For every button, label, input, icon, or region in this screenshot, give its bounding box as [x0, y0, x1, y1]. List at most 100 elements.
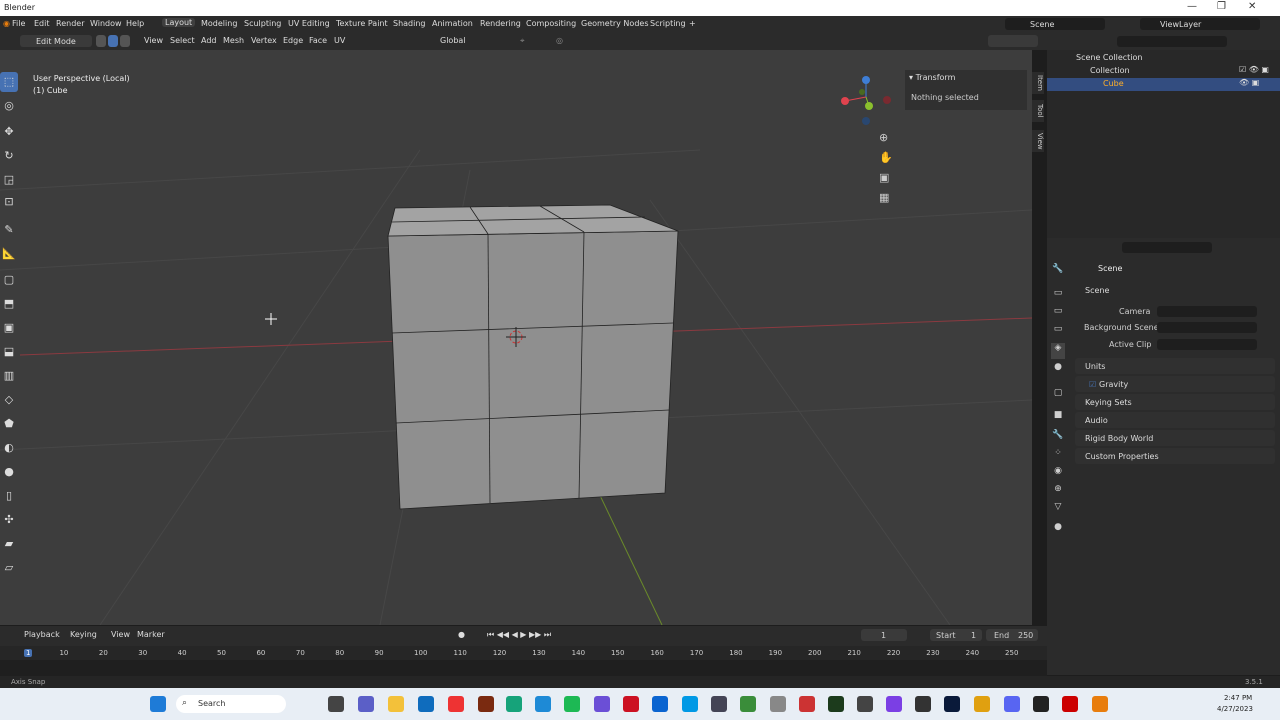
app-icon-6[interactable] — [711, 696, 727, 712]
app-icon-4[interactable] — [594, 696, 610, 712]
tab-compositing[interactable]: Compositing — [526, 19, 576, 28]
add-cube-tool-icon[interactable]: ▢ — [0, 270, 18, 290]
outliner-row-scene-collection[interactable]: Scene Collection — [1047, 52, 1280, 65]
tab-modeling[interactable]: Modeling — [201, 19, 237, 28]
3d-viewport[interactable]: ⊕ ✋ ▣ ▦ User Perspective (Local) (1) Cub… — [0, 50, 1032, 625]
panel-audio[interactable]: Audio — [1075, 412, 1275, 428]
edge-select-button[interactable] — [108, 35, 118, 47]
particles-props-icon[interactable]: ⁘ — [1051, 448, 1065, 464]
viewlayer-selector[interactable]: ViewLayer — [1140, 18, 1260, 30]
shear-tool-icon[interactable]: ▰ — [0, 534, 18, 554]
cursor-tool-icon[interactable]: ◎ — [0, 96, 18, 116]
extrude-tool-icon[interactable]: ⬒ — [0, 294, 18, 314]
annotate-tool-icon[interactable]: ✎ — [0, 220, 18, 240]
loop-cut-tool-icon[interactable]: ▥ — [0, 366, 18, 386]
outliner-row-cube[interactable]: Cube 👁 ▣ — [1047, 78, 1280, 91]
active-clip-field[interactable] — [1157, 339, 1257, 350]
keyframe-area[interactable] — [0, 660, 1047, 676]
rip-tool-icon[interactable]: ▱ — [0, 558, 18, 578]
tab-animation[interactable]: Animation — [432, 19, 473, 28]
menu-view[interactable]: View — [144, 36, 163, 45]
scene-props-icon[interactable]: ◈ — [1051, 343, 1065, 359]
menu-keying[interactable]: Keying — [70, 630, 97, 639]
blender-logo-icon[interactable]: ◉ — [3, 19, 10, 28]
panel-keying-sets[interactable]: Keying Sets — [1075, 394, 1275, 410]
menu-face[interactable]: Face — [309, 36, 327, 45]
tab-scripting[interactable]: Scripting — [650, 19, 686, 28]
physics-props-icon[interactable]: ◉ — [1051, 466, 1065, 482]
panel-units[interactable]: Units — [1075, 358, 1275, 374]
tab-geometry-nodes[interactable]: Geometry Nodes — [581, 19, 648, 28]
camera-field[interactable] — [1157, 306, 1257, 317]
tool-props-icon[interactable]: 🔧 — [1051, 264, 1065, 280]
data-props-icon[interactable]: ▽ — [1051, 502, 1065, 518]
scale-tool-icon[interactable]: ◲ — [0, 170, 18, 190]
tab-uv-editing[interactable]: UV Editing — [288, 19, 330, 28]
acrobat-icon[interactable] — [1062, 696, 1078, 712]
end-frame-field[interactable]: End 250 — [986, 629, 1038, 641]
calculator-icon[interactable] — [857, 696, 873, 712]
app-icon-1[interactable] — [448, 696, 464, 712]
rotate-tool-icon[interactable]: ↻ — [0, 146, 18, 166]
menu-help[interactable]: Help — [126, 19, 144, 28]
shrink-fatten-tool-icon[interactable]: ✣ — [0, 510, 18, 530]
outliner-search-input[interactable] — [1117, 36, 1227, 47]
tab-view[interactable]: View — [1032, 130, 1044, 152]
menu-file[interactable]: File — [12, 19, 25, 28]
app-icon-10[interactable] — [886, 696, 902, 712]
menu-mesh[interactable]: Mesh — [223, 36, 244, 45]
mode-dropdown[interactable]: Edit Mode — [20, 35, 92, 47]
scene-selector[interactable]: Scene — [1005, 18, 1105, 30]
menu-marker[interactable]: Marker — [137, 630, 165, 639]
constraints-props-icon[interactable]: ⊕ — [1051, 484, 1065, 500]
app-icon-9[interactable] — [799, 696, 815, 712]
tab-sculpting[interactable]: Sculpting — [244, 19, 281, 28]
gravity-checkbox[interactable]: ☑ — [1089, 380, 1096, 389]
skype-icon[interactable] — [682, 696, 698, 712]
bevel-tool-icon[interactable]: ⬓ — [0, 342, 18, 362]
smooth-tool-icon[interactable]: ● — [0, 462, 18, 482]
tab-rendering[interactable]: Rendering — [480, 19, 521, 28]
playback-controls-icon[interactable]: ⏮ ◀◀ ◀ ▶ ▶▶ ⏭ — [487, 630, 551, 640]
blender-taskbar-icon[interactable] — [1092, 696, 1108, 712]
tab-item[interactable]: Item — [1032, 72, 1044, 94]
proportional-edit-icon[interactable]: ◎ — [556, 36, 563, 45]
current-frame-field[interactable]: 1 — [861, 629, 907, 641]
menu-playback[interactable]: Playback — [24, 630, 60, 639]
app-icon-5[interactable] — [623, 696, 639, 712]
knife-tool-icon[interactable]: ◇ — [0, 390, 18, 410]
app-icon-3[interactable] — [506, 696, 522, 712]
chrome-icon[interactable] — [974, 696, 990, 712]
collection-visibility-icon[interactable]: ☑ 👁 ▣ — [1239, 65, 1269, 74]
app-icon-8[interactable] — [770, 696, 786, 712]
tab-tool[interactable]: Tool — [1032, 100, 1044, 122]
properties-search-input[interactable] — [1122, 242, 1212, 253]
pycharm-icon[interactable] — [828, 696, 844, 712]
shading-mode-buttons[interactable] — [988, 35, 1038, 47]
mail-icon[interactable] — [652, 696, 668, 712]
transform-tool-icon[interactable]: ⊡ — [0, 192, 18, 212]
add-workspace-icon[interactable]: + — [689, 19, 696, 28]
collection-props-icon[interactable]: ▢ — [1051, 388, 1065, 404]
menu-select[interactable]: Select — [170, 36, 195, 45]
tab-texture-paint[interactable]: Texture Paint — [336, 19, 388, 28]
panel-rigid-body-world[interactable]: Rigid Body World — [1075, 430, 1275, 446]
modifier-props-icon[interactable]: 🔧 — [1051, 430, 1065, 446]
frame-ruler[interactable]: 1 10 20 30 40 50 60 70 80 90 100 110 120 130 140 150 160… — [0, 646, 1047, 660]
file-explorer-icon[interactable] — [388, 696, 404, 712]
select-box-tool-icon[interactable]: ⬚ — [0, 72, 18, 92]
record-icon[interactable]: ● — [458, 630, 465, 639]
tab-shading[interactable]: Shading — [393, 19, 426, 28]
edge-icon[interactable] — [535, 696, 551, 712]
spotify-icon[interactable] — [564, 696, 580, 712]
menu-edge[interactable]: Edge — [283, 36, 303, 45]
menu-edit[interactable]: Edit — [34, 19, 50, 28]
background-scene-field[interactable] — [1157, 322, 1257, 333]
taskview-icon[interactable] — [328, 696, 344, 712]
cube-visibility-icon[interactable]: 👁 ▣ — [1239, 78, 1259, 87]
inset-tool-icon[interactable]: ▣ — [0, 318, 18, 338]
menu-add[interactable]: Add — [201, 36, 217, 45]
start-menu-icon[interactable] — [150, 696, 166, 712]
menu-render[interactable]: Render — [56, 19, 84, 28]
app-icon-11[interactable] — [1033, 696, 1049, 712]
